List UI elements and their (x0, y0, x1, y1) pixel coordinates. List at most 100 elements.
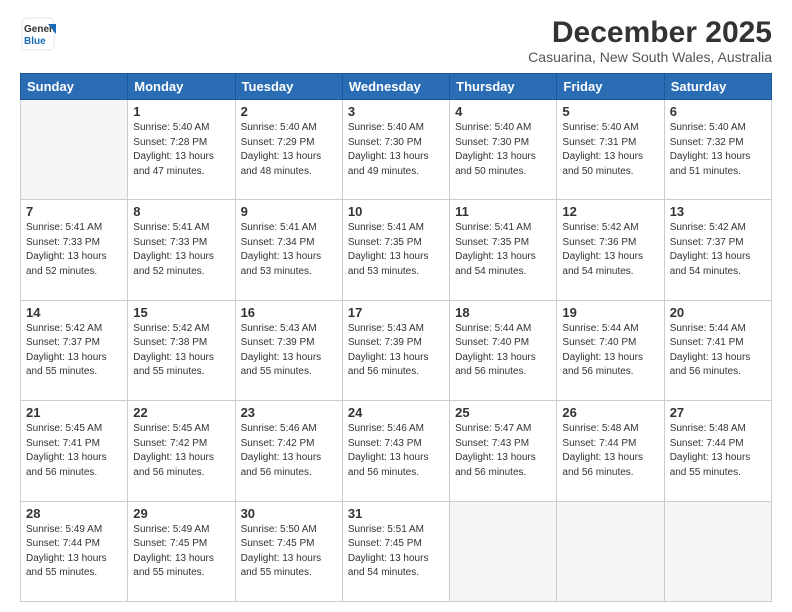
calendar-cell: 8 Sunrise: 5:41 AM Sunset: 7:33 PM Daylig… (128, 200, 235, 300)
day-info: Sunrise: 5:49 AM Sunset: 7:44 PM Dayligh… (26, 523, 122, 581)
day-number: 27 (670, 405, 766, 420)
day-number: 18 (455, 305, 551, 320)
day-header-monday: Monday (128, 74, 235, 100)
day-info: Sunrise: 5:40 AM Sunset: 7:29 PM Dayligh… (241, 121, 337, 179)
day-number: 20 (670, 305, 766, 320)
calendar-cell: 11 Sunrise: 5:41 AM Sunset: 7:35 PM Dayli… (450, 200, 557, 300)
day-info: Sunrise: 5:45 AM Sunset: 7:41 PM Dayligh… (26, 422, 122, 480)
day-number: 2 (241, 104, 337, 119)
day-info: Sunrise: 5:42 AM Sunset: 7:36 PM Dayligh… (562, 221, 658, 279)
day-number: 13 (670, 204, 766, 219)
week-row-2: 7 Sunrise: 5:41 AM Sunset: 7:33 PM Daylig… (21, 200, 772, 300)
calendar-cell (450, 501, 557, 601)
calendar-cell: 18 Sunrise: 5:44 AM Sunset: 7:40 PM Dayli… (450, 300, 557, 400)
calendar-cell: 7 Sunrise: 5:41 AM Sunset: 7:33 PM Daylig… (21, 200, 128, 300)
day-info: Sunrise: 5:48 AM Sunset: 7:44 PM Dayligh… (670, 422, 766, 480)
day-info: Sunrise: 5:43 AM Sunset: 7:39 PM Dayligh… (241, 322, 337, 380)
day-number: 15 (133, 305, 229, 320)
week-row-1: 1 Sunrise: 5:40 AM Sunset: 7:28 PM Daylig… (21, 100, 772, 200)
calendar-cell: 2 Sunrise: 5:40 AM Sunset: 7:29 PM Daylig… (235, 100, 342, 200)
day-header-saturday: Saturday (664, 74, 771, 100)
day-info: Sunrise: 5:50 AM Sunset: 7:45 PM Dayligh… (241, 523, 337, 581)
calendar-cell: 9 Sunrise: 5:41 AM Sunset: 7:34 PM Daylig… (235, 200, 342, 300)
header: General Blue December 2025 Casuarina, Ne… (20, 16, 772, 65)
day-number: 19 (562, 305, 658, 320)
location-subtitle: Casuarina, New South Wales, Australia (528, 49, 772, 65)
day-number: 10 (348, 204, 444, 219)
day-header-friday: Friday (557, 74, 664, 100)
day-info: Sunrise: 5:41 AM Sunset: 7:34 PM Dayligh… (241, 221, 337, 279)
day-number: 5 (562, 104, 658, 119)
day-number: 23 (241, 405, 337, 420)
day-number: 4 (455, 104, 551, 119)
calendar-cell: 20 Sunrise: 5:44 AM Sunset: 7:41 PM Dayli… (664, 300, 771, 400)
calendar-cell: 31Sunrise: 5:51 AM Sunset: 7:45 PM Dayli… (342, 501, 449, 601)
day-info: Sunrise: 5:41 AM Sunset: 7:33 PM Dayligh… (133, 221, 229, 279)
day-info: Sunrise: 5:46 AM Sunset: 7:42 PM Dayligh… (241, 422, 337, 480)
calendar-cell: 12Sunrise: 5:42 AM Sunset: 7:36 PM Dayli… (557, 200, 664, 300)
calendar-cell: 10Sunrise: 5:41 AM Sunset: 7:35 PM Dayli… (342, 200, 449, 300)
day-number: 16 (241, 305, 337, 320)
day-info: Sunrise: 5:45 AM Sunset: 7:42 PM Dayligh… (133, 422, 229, 480)
calendar-cell: 1 Sunrise: 5:40 AM Sunset: 7:28 PM Daylig… (128, 100, 235, 200)
day-info: Sunrise: 5:44 AM Sunset: 7:41 PM Dayligh… (670, 322, 766, 380)
week-row-4: 21 Sunrise: 5:45 AM Sunset: 7:41 PM Dayli… (21, 401, 772, 501)
calendar-cell: 24 Sunrise: 5:46 AM Sunset: 7:43 PM Dayli… (342, 401, 449, 501)
calendar-cell: 22 Sunrise: 5:45 AM Sunset: 7:42 PM Dayli… (128, 401, 235, 501)
page: General Blue December 2025 Casuarina, Ne… (0, 0, 792, 612)
day-info: Sunrise: 5:47 AM Sunset: 7:43 PM Dayligh… (455, 422, 551, 480)
logo: General Blue (20, 16, 56, 52)
calendar-cell (557, 501, 664, 601)
calendar-cell: 25 Sunrise: 5:47 AM Sunset: 7:43 PM Dayli… (450, 401, 557, 501)
calendar-cell: 28 Sunrise: 5:49 AM Sunset: 7:44 PM Dayli… (21, 501, 128, 601)
day-info: Sunrise: 5:44 AM Sunset: 7:40 PM Dayligh… (562, 322, 658, 380)
day-info: Sunrise: 5:40 AM Sunset: 7:28 PM Dayligh… (133, 121, 229, 179)
day-number: 26 (562, 405, 658, 420)
day-info: Sunrise: 5:41 AM Sunset: 7:35 PM Dayligh… (455, 221, 551, 279)
day-header-thursday: Thursday (450, 74, 557, 100)
calendar-cell: 5Sunrise: 5:40 AM Sunset: 7:31 PM Daylig… (557, 100, 664, 200)
day-number: 28 (26, 506, 122, 521)
calendar-cell (664, 501, 771, 601)
day-header-wednesday: Wednesday (342, 74, 449, 100)
day-number: 30 (241, 506, 337, 521)
day-number: 22 (133, 405, 229, 420)
calendar: SundayMondayTuesdayWednesdayThursdayFrid… (20, 73, 772, 602)
week-row-5: 28 Sunrise: 5:49 AM Sunset: 7:44 PM Dayli… (21, 501, 772, 601)
calendar-cell: 26 Sunrise: 5:48 AM Sunset: 7:44 PM Dayli… (557, 401, 664, 501)
day-number: 14 (26, 305, 122, 320)
day-number: 7 (26, 204, 122, 219)
day-info: Sunrise: 5:41 AM Sunset: 7:33 PM Dayligh… (26, 221, 122, 279)
day-number: 1 (133, 104, 229, 119)
day-info: Sunrise: 5:46 AM Sunset: 7:43 PM Dayligh… (348, 422, 444, 480)
calendar-cell (21, 100, 128, 200)
day-number: 24 (348, 405, 444, 420)
day-number: 25 (455, 405, 551, 420)
day-number: 11 (455, 204, 551, 219)
day-info: Sunrise: 5:42 AM Sunset: 7:37 PM Dayligh… (26, 322, 122, 380)
day-info: Sunrise: 5:43 AM Sunset: 7:39 PM Dayligh… (348, 322, 444, 380)
calendar-cell: 23 Sunrise: 5:46 AM Sunset: 7:42 PM Dayli… (235, 401, 342, 501)
day-number: 29 (133, 506, 229, 521)
calendar-cell: 30 Sunrise: 5:50 AM Sunset: 7:45 PM Dayli… (235, 501, 342, 601)
calendar-cell: 16 Sunrise: 5:43 AM Sunset: 7:39 PM Dayli… (235, 300, 342, 400)
day-info: Sunrise: 5:49 AM Sunset: 7:45 PM Dayligh… (133, 523, 229, 581)
calendar-cell: 27 Sunrise: 5:48 AM Sunset: 7:44 PM Dayli… (664, 401, 771, 501)
day-info: Sunrise: 5:40 AM Sunset: 7:30 PM Dayligh… (455, 121, 551, 179)
day-number: 21 (26, 405, 122, 420)
day-info: Sunrise: 5:44 AM Sunset: 7:40 PM Dayligh… (455, 322, 551, 380)
calendar-cell: 4 Sunrise: 5:40 AM Sunset: 7:30 PM Daylig… (450, 100, 557, 200)
day-info: Sunrise: 5:51 AM Sunset: 7:45 PM Dayligh… (348, 523, 444, 581)
calendar-cell: 29 Sunrise: 5:49 AM Sunset: 7:45 PM Dayli… (128, 501, 235, 601)
calendar-cell: 6Sunrise: 5:40 AM Sunset: 7:32 PM Daylig… (664, 100, 771, 200)
calendar-cell: 13Sunrise: 5:42 AM Sunset: 7:37 PM Dayli… (664, 200, 771, 300)
svg-text:Blue: Blue (24, 36, 46, 47)
day-number: 17 (348, 305, 444, 320)
calendar-cell: 21 Sunrise: 5:45 AM Sunset: 7:41 PM Dayli… (21, 401, 128, 501)
day-number: 9 (241, 204, 337, 219)
calendar-cell: 17 Sunrise: 5:43 AM Sunset: 7:39 PM Dayli… (342, 300, 449, 400)
day-info: Sunrise: 5:48 AM Sunset: 7:44 PM Dayligh… (562, 422, 658, 480)
day-number: 8 (133, 204, 229, 219)
month-title: December 2025 (528, 16, 772, 49)
calendar-cell: 19 Sunrise: 5:44 AM Sunset: 7:40 PM Dayli… (557, 300, 664, 400)
